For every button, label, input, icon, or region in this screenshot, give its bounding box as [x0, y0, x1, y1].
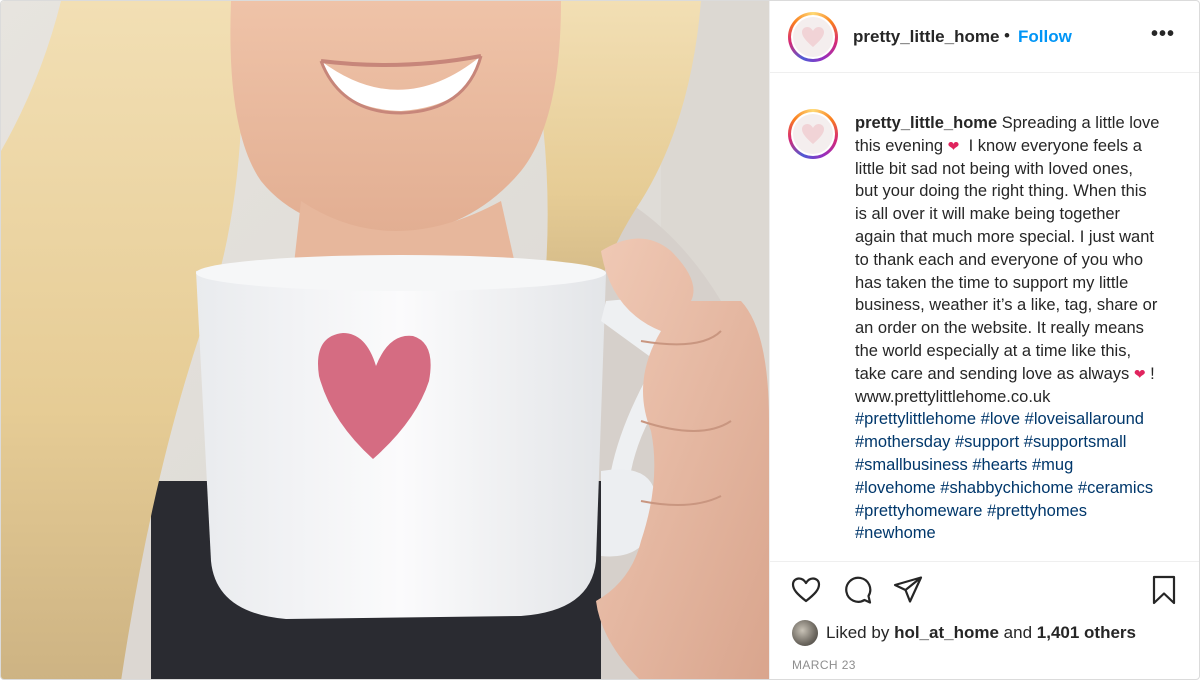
- liker-username[interactable]: hol_at_home: [894, 623, 999, 642]
- separator-dot: •: [1004, 26, 1010, 45]
- caption-line: little bit sad not being with loved ones…: [855, 159, 1133, 178]
- red-heart-icon: ❤: [947, 137, 960, 154]
- caption-line: is all over it will make being together: [855, 205, 1121, 224]
- heart-logo-icon: [802, 124, 824, 144]
- liked-by-label: Liked by: [826, 623, 890, 642]
- caption-line: business, weather it’s a like, tag, shar…: [855, 296, 1158, 315]
- username-link[interactable]: pretty_little_home: [853, 27, 999, 47]
- likes-joiner: and: [1003, 623, 1033, 642]
- hashtag-line[interactable]: #lovehome #shabbychichome #ceramics: [855, 477, 1185, 500]
- caption-line: the world especially at a time like this…: [855, 341, 1132, 360]
- hashtag-line[interactable]: #smallbusiness #hearts #mug: [855, 454, 1185, 477]
- heart-outline-icon[interactable]: [790, 574, 822, 606]
- post-photo[interactable]: [1, 1, 769, 679]
- liker-avatar[interactable]: [792, 620, 818, 646]
- likes-count-link[interactable]: 1,401 others: [1037, 623, 1136, 642]
- post-side-panel: pretty_little_home • Follow ••• pretty_l…: [769, 1, 1199, 679]
- caption-avatar[interactable]: [788, 109, 838, 159]
- follow-button[interactable]: Follow: [1018, 27, 1072, 47]
- hashtag-line[interactable]: #prettyhomeware #prettyhomes: [855, 500, 1185, 523]
- website-link[interactable]: www.prettylittlehome.co.uk: [855, 386, 1185, 409]
- paper-plane-icon[interactable]: [892, 574, 924, 606]
- profile-avatar[interactable]: [788, 12, 838, 62]
- post-header: pretty_little_home • Follow •••: [770, 1, 1199, 73]
- caption-line: take care and sending love as always: [855, 364, 1130, 383]
- heart-logo-icon: [802, 27, 824, 47]
- caption-line: this evening: [855, 136, 944, 155]
- caption-text: pretty_little_home Spreading a little lo…: [855, 112, 1185, 545]
- comment-bubble-icon[interactable]: [841, 574, 873, 606]
- hashtag-line[interactable]: #newhome: [855, 522, 1185, 545]
- caption-line: again that much more special. I just wan…: [855, 227, 1154, 246]
- red-heart-icon: ❤: [1133, 365, 1146, 382]
- caption-line: Spreading a little love: [1001, 114, 1160, 132]
- caption-line: but your doing the right thing. When thi…: [855, 182, 1147, 201]
- hashtag-line[interactable]: #prettylittlehome #love #loveisallaround: [855, 408, 1185, 431]
- caption-line: !: [1150, 364, 1155, 383]
- bookmark-icon[interactable]: [1148, 574, 1180, 606]
- mug-selfie-image: [1, 1, 769, 679]
- action-bar: Liked by hol_at_home and 1,401 others MA…: [770, 561, 1199, 679]
- caption-line: to thank each and everyone of you who: [855, 250, 1144, 269]
- caption-username[interactable]: pretty_little_home: [855, 114, 997, 132]
- caption-line: I know everyone feels a: [968, 136, 1142, 155]
- hashtag-line[interactable]: #mothersday #support #supportsmall: [855, 431, 1185, 454]
- instagram-post: pretty_little_home • Follow ••• pretty_l…: [0, 0, 1200, 680]
- post-date[interactable]: MARCH 23: [792, 658, 856, 672]
- caption-line: has taken the time to support my little: [855, 273, 1129, 292]
- likes-summary: Liked by hol_at_home and 1,401 others: [792, 620, 1136, 646]
- caption-line: an order on the website. It really means: [855, 319, 1144, 338]
- caption-block: pretty_little_home Spreading a little lo…: [770, 73, 1199, 561]
- more-options-icon[interactable]: •••: [1151, 23, 1175, 46]
